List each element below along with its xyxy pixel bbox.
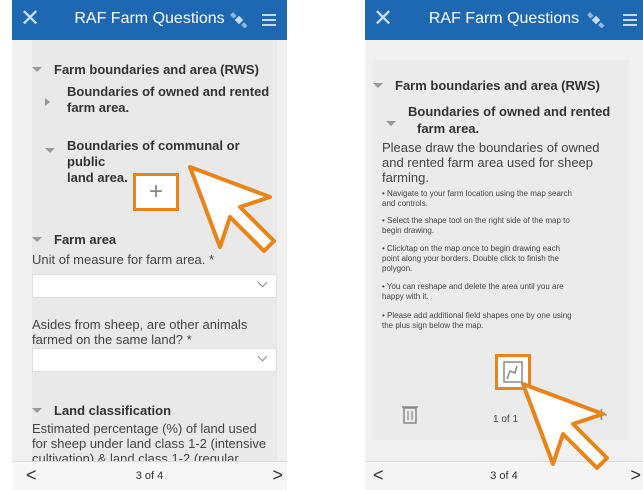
instruction-bullet: • Please add additional field shapes one…: [382, 311, 572, 330]
collapse-arrow-icon: [386, 121, 396, 126]
collapse-arrow-icon: [32, 67, 42, 72]
trash-icon[interactable]: [401, 404, 419, 424]
add-shape-button[interactable]: +: [133, 173, 179, 211]
collapse-arrow-icon: [32, 408, 42, 413]
instruction-bullet: • Navigate to your farm location using t…: [382, 189, 573, 208]
next-page-button[interactable]: >: [630, 465, 641, 486]
pointer-cursor-icon: [188, 165, 276, 253]
unit-of-measure-select[interactable]: [32, 274, 277, 298]
subsection-owned-rented[interactable]: Boundaries of owned and rented farm area…: [45, 84, 269, 116]
instruction-bullet: • Click/tap on the map once to begin dra…: [382, 244, 561, 273]
pagination-bar: < 3 of 4 >: [12, 461, 287, 490]
satellite-icon[interactable]: [587, 12, 605, 28]
next-page-button[interactable]: >: [272, 465, 283, 486]
subsection-owned-rented[interactable]: Boundaries of owned and rented farm area…: [386, 103, 610, 137]
app-header: ✕ RAF Farm Questions: [12, 0, 287, 40]
section-farm-boundaries[interactable]: Farm boundaries and area (RWS): [373, 78, 600, 93]
satellite-icon[interactable]: [230, 12, 248, 28]
other-animals-select[interactable]: [32, 348, 277, 372]
instruction-bullet: • You can reshape and delete the area un…: [382, 282, 564, 301]
collapse-arrow-icon: [45, 148, 55, 153]
section-farm-boundaries[interactable]: Farm boundaries and area (RWS): [32, 62, 259, 77]
collapse-arrow-icon: [32, 237, 42, 242]
shape-counter: 1 of 1: [493, 414, 519, 425]
expand-arrow-icon: [45, 98, 50, 106]
instruction-bullet: • Select the shape tool on the right sid…: [382, 216, 570, 235]
section-farm-area[interactable]: Farm area: [32, 232, 116, 247]
hamburger-menu-icon[interactable]: [262, 14, 276, 26]
page-indicator: 3 of 4: [135, 470, 164, 482]
hamburger-menu-icon[interactable]: [623, 14, 637, 26]
chevron-down-icon: [257, 277, 268, 288]
collapse-arrow-icon: [373, 83, 383, 88]
pointer-cursor-icon: [521, 382, 609, 470]
other-animals-label: Asides from sheep, are other animals far…: [32, 317, 248, 347]
land-class-question: Estimated percentage (%) of land used fo…: [32, 421, 267, 462]
section-land-classification[interactable]: Land classification: [32, 403, 171, 418]
app-header: ✕ RAF Farm Questions: [365, 0, 643, 40]
chevron-down-icon: [257, 351, 268, 362]
instructions-intro: Please draw the boundaries of owned and …: [382, 140, 600, 185]
